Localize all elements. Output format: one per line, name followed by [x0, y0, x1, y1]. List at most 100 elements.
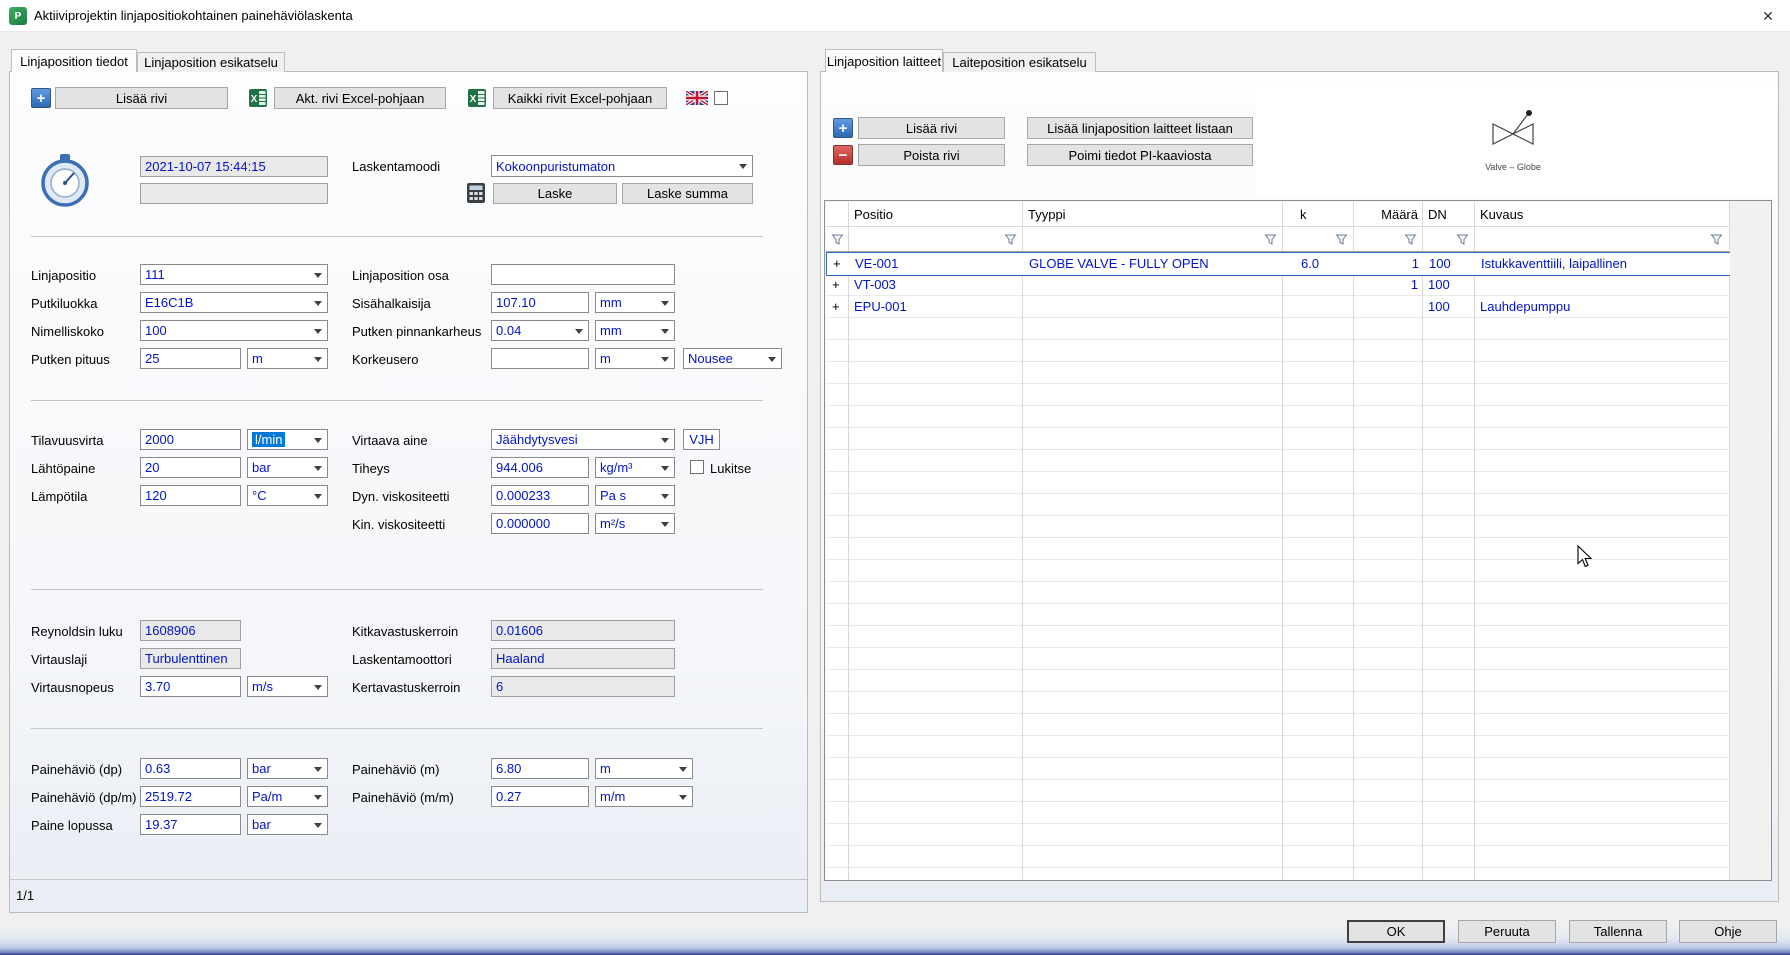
row-expander[interactable]: +: [832, 274, 840, 296]
table-row[interactable]: + VT-003 1 100: [826, 274, 1729, 296]
pick-from-pi-diagram-button[interactable]: Poimi tiedot PI-kaaviosta: [1027, 144, 1253, 166]
calculator-icon[interactable]: [465, 182, 487, 204]
laskentamoottori-field: [491, 648, 675, 669]
sisahalkaisija-unit-select[interactable]: mm: [595, 292, 675, 313]
row-expander[interactable]: +: [833, 253, 841, 275]
help-button[interactable]: Ohje: [1679, 920, 1777, 943]
column-header-kuvaus[interactable]: Kuvaus: [1480, 204, 1523, 225]
korkeusero-direction-select[interactable]: Nousee: [683, 348, 782, 369]
chevron-down-icon: [661, 357, 669, 362]
reynoldsin-luku-label: Reynoldsin luku: [31, 621, 123, 642]
virtaava-aine-select[interactable]: Jäähdytysvesi: [491, 429, 675, 450]
ok-button[interactable]: OK: [1347, 920, 1445, 943]
virtauslaji-label: Virtauslaji: [31, 649, 87, 670]
kin-viskositeetti-unit-select[interactable]: m²/s: [595, 513, 675, 534]
putken-pituus-input[interactable]: [140, 348, 241, 369]
putkiluokka-select[interactable]: E16C1B: [140, 292, 328, 313]
kin-viskositeetti-input[interactable]: [491, 513, 589, 534]
save-button[interactable]: Tallenna: [1569, 920, 1667, 943]
column-header-dn[interactable]: DN: [1428, 204, 1447, 225]
linjaposition-osa-input[interactable]: [491, 264, 675, 285]
laske-button[interactable]: Laske: [493, 183, 617, 204]
laskentamoodi-label: Laskentamoodi: [352, 156, 440, 177]
laskentamoodi-select[interactable]: Kokoonpuristumaton: [491, 155, 753, 177]
table-row[interactable]: + VE-001 GLOBE VALVE - FULLY OPEN 6.0 1 …: [826, 252, 1730, 276]
painehavio-m-input[interactable]: [491, 758, 589, 779]
linjapositio-label: Linjapositio: [31, 265, 96, 286]
add-devices-to-list-button[interactable]: Lisää linjaposition laitteet listaan: [1027, 117, 1253, 139]
language-checkbox[interactable]: [714, 91, 728, 105]
filter-funnel-icon[interactable]: [1004, 233, 1017, 246]
korkeusero-input[interactable]: [491, 348, 589, 369]
korkeusero-unit-select[interactable]: m: [595, 348, 675, 369]
painehavio-dp-input[interactable]: [140, 758, 241, 779]
all-rows-to-excel-button[interactable]: Kaikki rivit Excel-pohjaan: [493, 87, 667, 109]
column-header-maara[interactable]: Määrä: [1357, 204, 1418, 225]
virtausnopeus-unit-select[interactable]: m/s: [247, 676, 328, 697]
tiheys-unit-select[interactable]: kg/m³: [595, 457, 675, 478]
painehavio-dpm-unit-select[interactable]: Pa/m: [247, 786, 328, 807]
painehavio-mm-unit-select[interactable]: m/m: [595, 786, 693, 807]
tiheys-label: Tiheys: [352, 458, 390, 479]
sisahalkaisija-input[interactable]: [491, 292, 589, 313]
tab-linjaposition-laitteet[interactable]: Linjaposition laitteet: [825, 49, 943, 72]
filter-funnel-icon[interactable]: [1264, 233, 1277, 246]
virtausnopeus-input[interactable]: [140, 676, 241, 697]
dyn-viskositeetti-unit-select[interactable]: Pa s: [595, 485, 675, 506]
add-row-button[interactable]: Lisää rivi: [55, 87, 228, 109]
chevron-down-icon: [314, 357, 322, 362]
tab-laiteposition-esikatselu[interactable]: Laiteposition esikatselu: [943, 52, 1096, 72]
pinnankarheus-unit-select[interactable]: mm: [595, 320, 675, 341]
column-header-positio[interactable]: Positio: [854, 204, 893, 225]
painehavio-m-unit-select[interactable]: m: [595, 758, 693, 779]
painehavio-mm-input[interactable]: [491, 786, 589, 807]
tiheys-input[interactable]: [491, 457, 589, 478]
filter-funnel-icon[interactable]: [1404, 233, 1417, 246]
row-expander[interactable]: +: [832, 296, 840, 318]
mouse-cursor-icon: [1576, 545, 1596, 569]
pinnankarheus-select[interactable]: 0.04: [491, 320, 589, 341]
filter-funnel-icon[interactable]: [1456, 233, 1469, 246]
painehavio-dp-unit-select[interactable]: bar: [247, 758, 328, 779]
table-row[interactable]: + EPU-001 100 Lauhdepumppu: [826, 296, 1729, 318]
add-row-icon-button[interactable]: +: [31, 88, 51, 108]
linjapositio-select[interactable]: 111: [140, 264, 328, 285]
dyn-viskositeetti-input[interactable]: [491, 485, 589, 506]
painehavio-dpm-input[interactable]: [140, 786, 241, 807]
close-icon[interactable]: ✕: [1752, 4, 1784, 28]
sisahalkaisija-label: Sisähalkaisija: [352, 293, 431, 314]
lahtopaine-unit-select[interactable]: bar: [247, 457, 328, 478]
add-device-row-icon-button[interactable]: +: [833, 118, 853, 138]
tilavuusvirta-input[interactable]: [140, 429, 241, 450]
lukitse-checkbox[interactable]: [690, 460, 704, 474]
lampotila-input[interactable]: [140, 485, 241, 506]
filter-funnel-icon[interactable]: [831, 233, 844, 246]
chevron-down-icon: [661, 438, 669, 443]
filter-funnel-icon[interactable]: [1710, 233, 1723, 246]
timestamp-field: [140, 156, 328, 177]
nimelliskoko-select[interactable]: 100: [140, 320, 328, 341]
device-remove-row-button[interactable]: Poista rivi: [858, 144, 1005, 166]
putken-pituus-unit-select[interactable]: m: [247, 348, 328, 369]
tab-linjaposition-esikatselu[interactable]: Linjaposition esikatselu: [137, 52, 285, 72]
tilavuusvirta-unit-select[interactable]: l/min: [247, 429, 328, 450]
column-header-k[interactable]: k: [1300, 204, 1307, 225]
divider: [31, 728, 763, 729]
laske-summa-button[interactable]: Laske summa: [622, 183, 753, 204]
globe-valve-symbol-icon: [1450, 102, 1576, 160]
paine-lopussa-unit-select[interactable]: bar: [247, 814, 328, 835]
cancel-button[interactable]: Peruuta: [1458, 920, 1556, 943]
lampotila-unit-select[interactable]: °C: [247, 485, 328, 506]
lahtopaine-input[interactable]: [140, 457, 241, 478]
device-add-row-button[interactable]: Lisää rivi: [858, 117, 1005, 139]
tab-linjaposition-tiedot[interactable]: Linjaposition tiedot: [11, 49, 137, 72]
chevron-down-icon: [739, 164, 747, 169]
paine-lopussa-input[interactable]: [140, 814, 241, 835]
fluid-code-badge: VJH: [683, 429, 720, 450]
active-row-to-excel-button[interactable]: Akt. rivi Excel-pohjaan: [274, 87, 446, 109]
column-header-tyyppi[interactable]: Tyyppi: [1028, 204, 1066, 225]
filter-funnel-icon[interactable]: [1335, 233, 1348, 246]
divider: [10, 879, 807, 880]
remove-device-row-icon-button[interactable]: −: [833, 145, 853, 165]
uk-flag-icon[interactable]: [686, 91, 708, 105]
